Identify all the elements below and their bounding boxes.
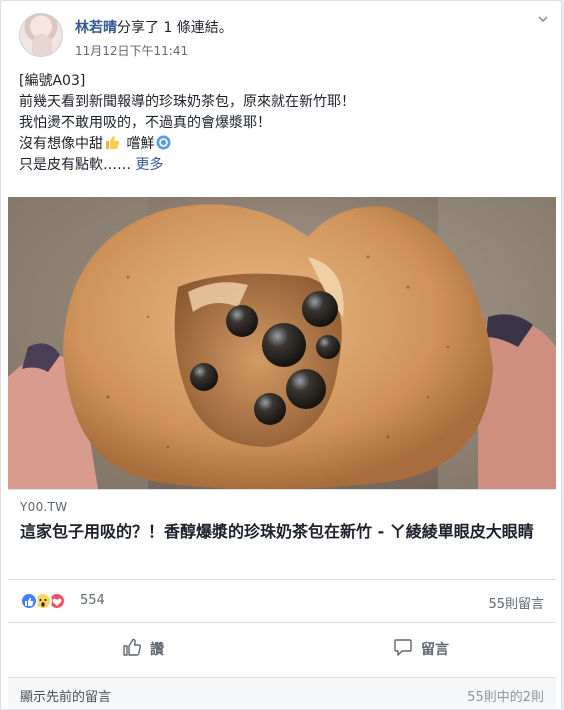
avatar[interactable] xyxy=(19,13,63,57)
ok-icon xyxy=(156,135,171,150)
like-button-label: 讚 xyxy=(150,642,164,658)
body-line-text: 嚐鮮 xyxy=(122,136,155,152)
post-timestamp[interactable]: 11月12日下午11:41 xyxy=(75,42,188,59)
reaction-count[interactable]: 554 xyxy=(80,593,105,608)
share-action-text: 分享了 1 條連結。 xyxy=(117,20,233,36)
post-card: 林若晴分享了 1 條連結。 11月12日下午11:41 [編號A03] 前幾天看… xyxy=(0,0,562,710)
author-name[interactable]: 林若晴 xyxy=(75,20,117,36)
comment-count[interactable]: 55則留言 xyxy=(488,593,544,612)
body-line: [編號A03] xyxy=(19,73,86,89)
post-header: 林若晴分享了 1 條連結。 11月12日下午11:41 xyxy=(19,13,551,63)
link-domain: Y00.TW xyxy=(20,500,68,514)
post-actions: 讚 留言 xyxy=(8,627,556,671)
chevron-down-icon[interactable] xyxy=(535,13,551,29)
thumbs-up-icon xyxy=(105,135,120,150)
link-title[interactable]: 這家包子用吸的？！香醇爆漿的珍珠奶茶包在新竹 - ㄚ綾綾單眼皮大眼睛 xyxy=(20,521,550,543)
comment-button[interactable]: 留言 xyxy=(286,627,556,671)
post-stats: 554 55則留言 xyxy=(8,579,556,623)
body-line-text: 只是皮有點軟…… xyxy=(19,157,136,173)
link-preview[interactable]: Y00.TW 這家包子用吸的？！香醇爆漿的珍珠奶茶包在新竹 - ㄚ綾綾單眼皮大眼… xyxy=(8,489,556,577)
comment-page-count: 55則中的2則 xyxy=(467,690,544,705)
bubble-tea-bun-photo[interactable] xyxy=(8,197,556,489)
body-line: 前幾天看到新聞報導的珍珠奶茶包，原來就在新竹耶！ xyxy=(19,94,355,110)
body-line: 沒有想像中甜 嚐鮮 xyxy=(19,134,549,155)
like-button[interactable]: 讚 xyxy=(8,627,278,671)
comments-footer: 顯示先前的留言 55則中的2則 xyxy=(8,677,556,709)
see-more-link[interactable]: 更多 xyxy=(135,157,163,173)
post-body: [編號A03] 前幾天看到新聞報導的珍珠奶茶包，原來就在新竹耶！ 我怕燙不敢用吸… xyxy=(19,71,549,176)
comment-icon xyxy=(393,637,421,661)
body-line: 我怕燙不敢用吸的，不過真的會爆漿耶！ xyxy=(19,115,271,131)
like-icon xyxy=(20,592,38,610)
body-line: 只是皮有點軟…… 更多 xyxy=(19,155,549,176)
thumbs-up-icon xyxy=(122,637,150,661)
show-previous-comments-link[interactable]: 顯示先前的留言 xyxy=(20,686,111,705)
post-title-line: 林若晴分享了 1 條連結。 xyxy=(75,17,233,37)
comment-button-label: 留言 xyxy=(421,642,449,658)
body-line-text: 沒有想像中甜 xyxy=(19,136,103,152)
